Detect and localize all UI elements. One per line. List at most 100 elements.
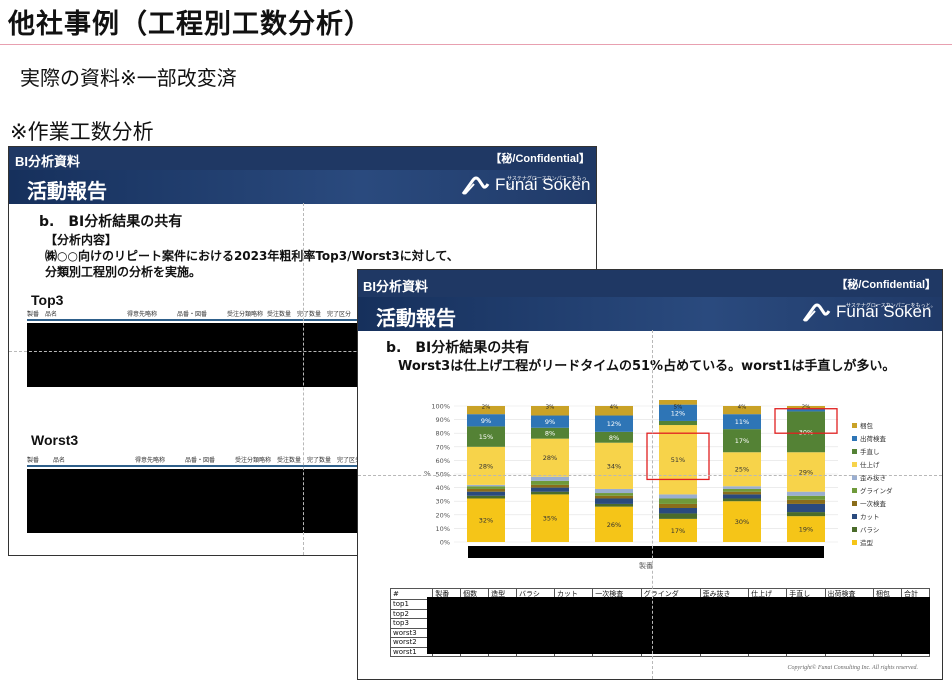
legend-label: 手直し [860, 447, 880, 456]
page-subtitle: 実際の資料※一部改変済 [20, 66, 237, 90]
top3-label: Top3 [31, 292, 64, 308]
bar-segment [467, 486, 505, 489]
funai-logo: Funai Soken [802, 301, 931, 323]
redacted-table-data [427, 597, 930, 654]
data-label: 28% [543, 454, 557, 462]
legend-label: 仕上げ [860, 460, 880, 469]
legend-swatch [852, 449, 857, 454]
confidential-label: 【秘/Confidential】 [490, 153, 590, 165]
slide-heading: 活動報告 [27, 179, 107, 203]
worst3-label: Worst3 [31, 432, 79, 448]
legend-label: バラシ [860, 526, 879, 534]
section-note: ※作業工数分析 [10, 120, 154, 144]
legend-swatch [852, 540, 857, 545]
x-axis-label: 製番 [639, 561, 653, 570]
col-header: 品番・図番 [177, 311, 208, 318]
bar-segment [723, 491, 761, 495]
legend-label: 造型 [860, 538, 874, 547]
y-tick-label: 30% [436, 498, 450, 506]
analysis-text-line2: 分類別工程別の分析を実施。 [45, 265, 202, 279]
logo-text: Funai Soken [495, 175, 591, 194]
legend-label: 梱包 [860, 421, 874, 430]
bar-segment [723, 488, 761, 492]
bar-segment [467, 488, 505, 492]
legend-label: 一次検査 [860, 499, 887, 508]
data-label: 4% [610, 404, 619, 410]
y-tick-label: 10% [436, 525, 450, 533]
bar-segment [659, 513, 697, 519]
slide-heading: 活動報告 [376, 306, 456, 330]
bar-segment [659, 420, 697, 426]
y-tick-label: 70% [436, 443, 450, 451]
funai-wave-icon [461, 176, 490, 195]
y-tick-label: 40% [436, 484, 450, 492]
page-title: 他社事例（工程別工数分析） [8, 9, 372, 40]
bar-segment [723, 494, 761, 499]
funai-logo: Funai Soken [461, 174, 590, 196]
doc-label: BI分析資料 [15, 154, 81, 169]
doc-label: BI分析資料 [363, 279, 429, 294]
col-header: 品名 [45, 311, 58, 318]
funai-wave-icon [802, 303, 831, 322]
bar-segment [531, 484, 569, 488]
col-header: 完了区分 [327, 311, 352, 318]
section-title: b. BI分析結果の共有 [39, 214, 183, 230]
data-label: 15% [479, 433, 493, 441]
bar-segment [531, 476, 569, 481]
data-label: 17% [735, 437, 749, 445]
col-header: 品名 [53, 457, 66, 464]
col-header: 製番 [27, 311, 40, 318]
guide-line [303, 203, 304, 555]
bar-segment [787, 491, 825, 496]
col-header: 受注分類略称 [227, 311, 264, 318]
bar-segment [595, 493, 633, 496]
bar-segment [659, 503, 697, 508]
bar-segment [595, 488, 633, 494]
data-label: 4% [738, 404, 747, 410]
col-header: 得意先略称 [127, 311, 158, 318]
analysis-text-line1: ㈱○○向けのリピート案件における2023年粗利率Top3/Worst3に対して、 [45, 249, 459, 263]
col-header: 得意先略称 [135, 457, 166, 464]
copyright-text: Copyright© Funai Consulting Inc. All rig… [787, 665, 918, 671]
redacted-x-categories [468, 546, 824, 558]
data-label: 26% [607, 521, 621, 529]
section-title: b. BI分析結果の共有 [386, 340, 530, 356]
data-label: 2% [802, 404, 811, 410]
legend-swatch [852, 527, 857, 532]
col-header: 受注分類略称 [235, 457, 272, 464]
y-tick-label: 60% [436, 457, 450, 465]
slide-chart-analysis: BI分析資料 【秘/Confidential】 活動報告 サステナグロースカンパ… [357, 269, 943, 680]
bar-segment [723, 486, 761, 489]
bar-segment [787, 499, 825, 504]
y-tick-label: 80% [436, 430, 450, 438]
legend-swatch [852, 501, 857, 506]
data-label: 35% [543, 515, 557, 523]
bar-segment [467, 491, 505, 496]
col-header: 受注数量 [277, 457, 302, 464]
bar-segment [659, 494, 697, 499]
bar-segment [531, 487, 569, 492]
analysis-label: 【分析内容】 [45, 233, 118, 247]
logo-text: Funai Soken [836, 302, 932, 321]
bar-segment [595, 495, 633, 499]
data-label: 11% [735, 418, 749, 426]
guide-line [652, 330, 653, 679]
stacked-bar-chart: 製番別素材製造工数比0%10%20%30%40%50%60%70%80%90%1… [424, 400, 893, 570]
y-tick-label: 90% [436, 416, 450, 424]
col-header: 完了数量 [307, 457, 332, 464]
data-label: 32% [479, 517, 493, 525]
bar-segment [659, 498, 697, 504]
col-header: 品番・図番 [185, 457, 216, 464]
col-header: 完了数量 [297, 311, 322, 318]
bar-segment [787, 512, 825, 517]
legend-label: グラインダ [860, 486, 893, 495]
data-label: 51% [671, 456, 685, 464]
redacted-worst3-data [27, 469, 367, 533]
y-tick-label: 0% [440, 539, 450, 547]
bar-segment [787, 495, 825, 500]
title-divider [0, 44, 952, 45]
data-label: 30% [735, 518, 749, 526]
data-label: 17% [671, 527, 685, 535]
col-header: 受注数量 [267, 311, 292, 318]
bar-segment [531, 491, 569, 495]
